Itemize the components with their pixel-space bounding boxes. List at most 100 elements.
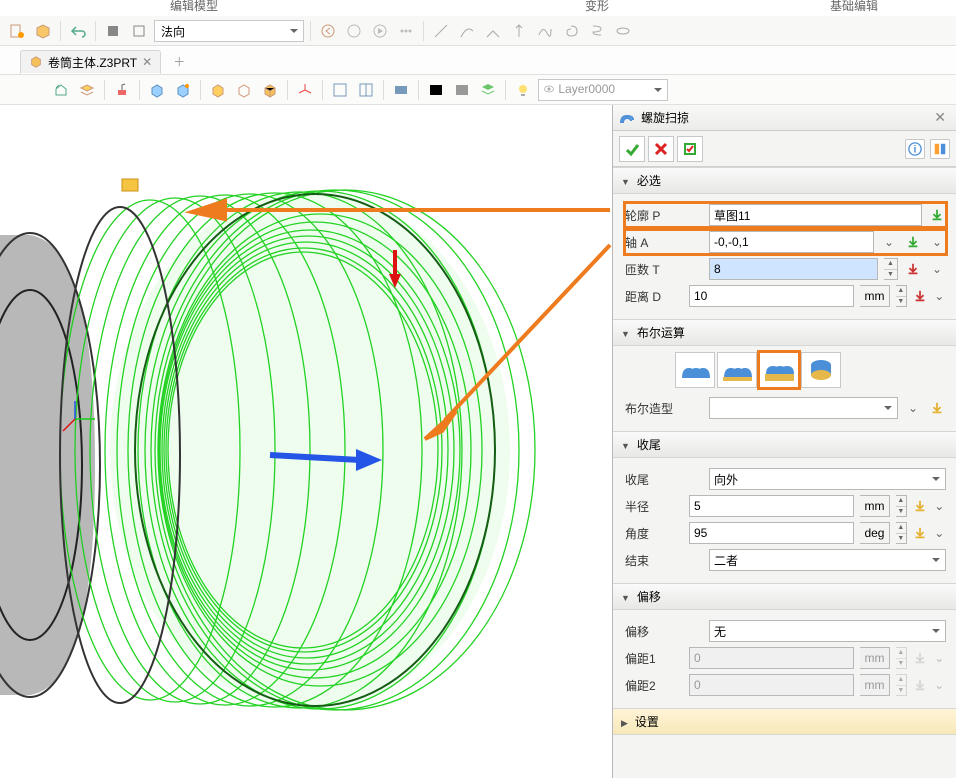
toolbar-playback-opts[interactable]: [395, 20, 417, 42]
section-settings[interactable]: 设置: [613, 708, 956, 735]
label-turns: 匝数 T: [625, 261, 703, 278]
bool-intersect[interactable]: [801, 352, 841, 388]
tab-close-icon[interactable]: ✕: [142, 55, 152, 69]
input-turns[interactable]: [709, 258, 878, 280]
document-tab-active[interactable]: 卷筒主体.Z3PRT ✕: [20, 50, 161, 74]
unit-distance: mm: [860, 285, 890, 307]
input-radius[interactable]: [689, 495, 854, 517]
vt-axis[interactable]: [294, 79, 316, 101]
pick-offd2-icon: [913, 675, 927, 695]
pick-turns-icon[interactable]: [904, 259, 922, 279]
input-profile[interactable]: [709, 204, 922, 226]
vt-light[interactable]: [512, 79, 534, 101]
part-icon: [29, 55, 43, 69]
apply-button[interactable]: [677, 136, 703, 162]
input-axis[interactable]: [709, 231, 874, 253]
offd2-spinner: ▲▼: [896, 674, 907, 696]
pick-radius-icon[interactable]: [913, 496, 927, 516]
accept-button[interactable]: [619, 136, 645, 162]
panel-title-text: 螺旋扫掠: [641, 109, 689, 126]
toolbar-curve-edge[interactable]: [482, 20, 504, 42]
vt-view-2[interactable]: [355, 79, 377, 101]
turns-spinner[interactable]: ▲▼: [884, 258, 898, 280]
panel-titlebar[interactable]: 螺旋扫掠 ✕: [613, 105, 956, 131]
toolbar-curve-spline[interactable]: [534, 20, 556, 42]
pick-angle-icon[interactable]: [913, 523, 927, 543]
toolbar-curve-sweep[interactable]: [612, 20, 634, 42]
unit-offd1: mm: [860, 647, 890, 669]
vt-cube-2[interactable]: [172, 79, 194, 101]
radius-opts-icon[interactable]: [933, 496, 946, 516]
orientation-dropdown[interactable]: 法向: [154, 20, 304, 42]
pick-dist-icon[interactable]: [913, 286, 927, 306]
vt-color-gray[interactable]: [451, 79, 473, 101]
angle-spinner[interactable]: ▲▼: [896, 522, 907, 544]
section-tail[interactable]: 收尾: [613, 431, 956, 458]
dropdown-offset[interactable]: 无: [709, 620, 946, 642]
toolbar-curve-axis[interactable]: [508, 20, 530, 42]
input-angle[interactable]: [689, 522, 854, 544]
section-boolean[interactable]: 布尔运算: [613, 319, 956, 346]
turns-opts-icon[interactable]: [928, 259, 946, 279]
pick-profile-icon[interactable]: [928, 205, 946, 225]
bool-add[interactable]: [717, 352, 757, 388]
toolbar-curve-line[interactable]: [430, 20, 452, 42]
angle-opts-icon[interactable]: [933, 523, 946, 543]
axis-opts-icon[interactable]: [928, 232, 946, 252]
dist-opts-icon[interactable]: [933, 286, 946, 306]
vt-shade-1[interactable]: [207, 79, 229, 101]
pick-offd1-icon: [913, 648, 927, 668]
vt-color-black[interactable]: [425, 79, 447, 101]
toolbar-curve-helix[interactable]: [586, 20, 608, 42]
panel-action-bar: i: [613, 131, 956, 167]
panel-close-icon[interactable]: ✕: [930, 109, 950, 126]
toolbar-btn-mode-obj[interactable]: [102, 20, 124, 42]
section-required[interactable]: 必选: [613, 167, 956, 194]
toolbar-curve-arc[interactable]: [456, 20, 478, 42]
dist-spinner[interactable]: ▲▼: [896, 285, 907, 307]
bool-base[interactable]: [675, 352, 715, 388]
expand-button[interactable]: [930, 139, 950, 159]
toolbar-playback-prev[interactable]: [317, 20, 339, 42]
layer-dropdown[interactable]: Layer0000: [538, 79, 668, 101]
toolbar-btn-mode-frame[interactable]: [128, 20, 150, 42]
section-offset[interactable]: 偏移: [613, 583, 956, 610]
vt-view-1[interactable]: [329, 79, 351, 101]
vt-shade-3[interactable]: [259, 79, 281, 101]
cancel-button[interactable]: [648, 136, 674, 162]
vt-paint[interactable]: [111, 79, 133, 101]
toolbar-btn-new[interactable]: [6, 20, 28, 42]
eye-icon: [543, 83, 555, 95]
vt-clip[interactable]: [390, 79, 412, 101]
pick-bool-shape-icon[interactable]: [928, 398, 946, 418]
bool-shape-more[interactable]: [904, 398, 922, 418]
vt-color-multi[interactable]: [477, 79, 499, 101]
menu-edit-model[interactable]: 编辑模型: [170, 0, 218, 14]
pick-axis-icon[interactable]: [904, 232, 922, 252]
input-bool-shape[interactable]: [709, 397, 898, 419]
menu-basic-edit[interactable]: 基础编辑: [830, 0, 878, 14]
dropdown-tail[interactable]: 向外: [709, 468, 946, 490]
toolbar-playback-play[interactable]: [369, 20, 391, 42]
dropdown-end[interactable]: 二者: [709, 549, 946, 571]
new-tab-button[interactable]: ＋: [165, 49, 193, 74]
toolbar-btn-undo[interactable]: [67, 20, 89, 42]
vt-shade-2[interactable]: [233, 79, 255, 101]
info-button[interactable]: i: [905, 139, 925, 159]
radius-spinner[interactable]: ▲▼: [896, 495, 907, 517]
axis-more-icon[interactable]: [880, 232, 898, 252]
vt-cube-1[interactable]: [146, 79, 168, 101]
vt-insert[interactable]: [50, 79, 72, 101]
toolbar-playback-stop[interactable]: [343, 20, 365, 42]
input-distance[interactable]: [689, 285, 854, 307]
toolbar-curve-spiral[interactable]: [560, 20, 582, 42]
menu-deform[interactable]: 变形: [585, 0, 609, 14]
toolbar-btn-box[interactable]: [32, 20, 54, 42]
viewport-3d[interactable]: [0, 105, 612, 778]
label-distance: 距离 D: [625, 288, 683, 305]
label-offset: 偏移: [625, 623, 703, 640]
bool-subtract[interactable]: [759, 352, 799, 388]
unit-angle: deg: [860, 522, 890, 544]
unit-radius: mm: [860, 495, 890, 517]
vt-layers[interactable]: [76, 79, 98, 101]
